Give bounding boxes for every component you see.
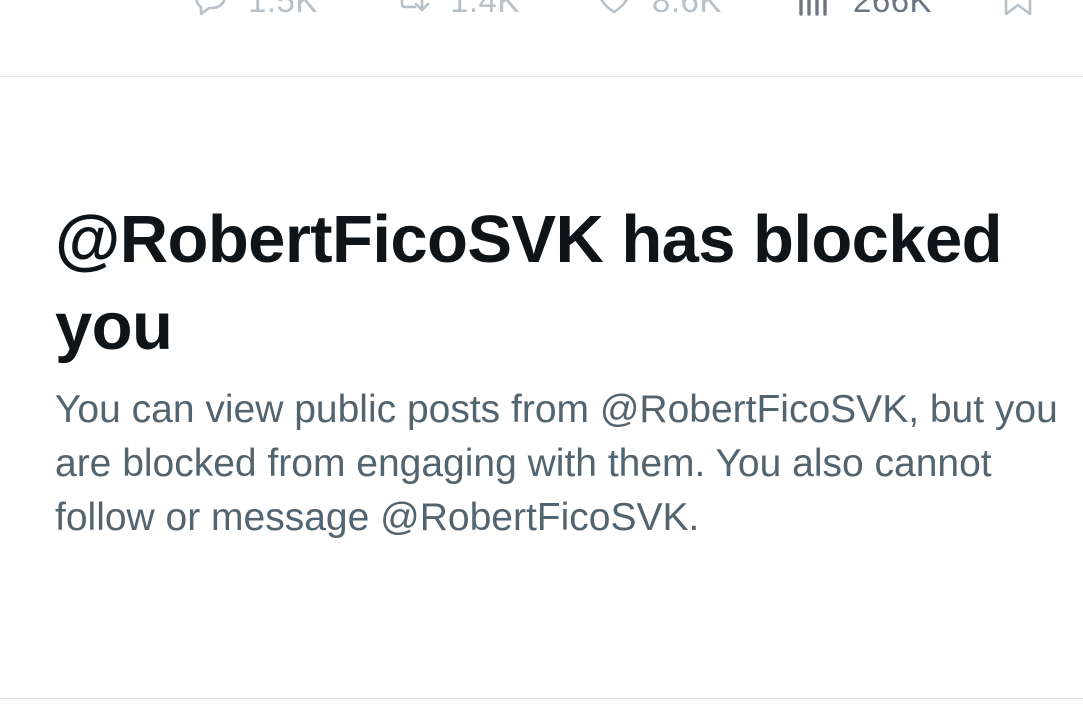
blocked-description: You can view public posts from @RobertFi… [55,388,1058,539]
heart-icon [594,0,634,23]
reply-count: 1.5K [248,0,318,19]
like-count: 8.6K [652,0,722,19]
like-button[interactable]: 8.6K [594,0,722,23]
repost-count: 1.4K [450,0,520,19]
bookmark-button[interactable] [998,0,1038,23]
blocked-title: @RobertFicoSVK has blocked you [55,202,1003,364]
reply-button[interactable]: 1.5K [190,0,318,23]
section-divider [0,698,1083,699]
views-button[interactable]: 266K [795,0,932,23]
reply-icon [190,0,230,23]
views-count: 266K [853,0,933,19]
repost-button[interactable]: 1.4K [392,0,520,23]
repost-icon [392,0,432,23]
blocked-notice: @RobertFicoSVK has blocked you You can v… [55,196,1065,545]
bar-chart-icon [795,0,835,23]
bookmark-icon [998,0,1038,23]
tweet-action-bar: 1.5K 1.4K 8.6K 266K [0,0,1083,77]
